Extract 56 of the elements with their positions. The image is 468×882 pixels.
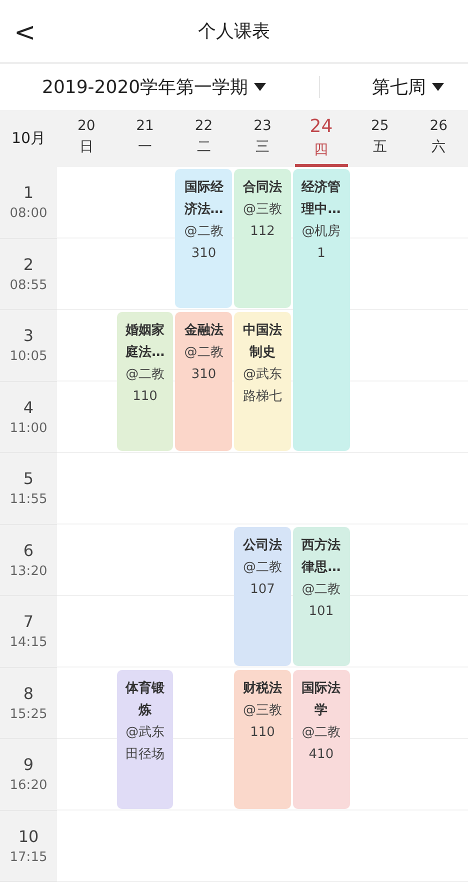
day-tab[interactable]: 26 六	[412, 110, 465, 167]
period-label: 8 15:25	[0, 668, 57, 739]
month-label: 10月	[11, 129, 46, 148]
course-card[interactable]: 合同法 @三教112	[234, 169, 291, 308]
course-title: 财税法	[242, 680, 283, 698]
course-card[interactable]: 公司法 @二教107	[234, 526, 291, 666]
course-card[interactable]: 金融法 @二教310	[175, 312, 232, 451]
course-location: @武东田径场	[124, 724, 166, 764]
day-tab[interactable]: 25 五	[354, 110, 406, 167]
period-label: 5 11:55	[0, 453, 57, 524]
caret-icon	[254, 82, 266, 91]
period-label: 7 14:15	[0, 596, 57, 668]
course-title: 公司法	[242, 536, 283, 554]
course-title: 国际经济法…	[183, 179, 224, 219]
period-label: 9 16:20	[0, 739, 57, 810]
course-location: @二教310	[183, 344, 224, 384]
course-location: @三教110	[242, 702, 283, 742]
course-title: 中国法制史	[242, 322, 283, 362]
course-title: 婚姻家庭法…	[124, 322, 166, 362]
period-label: 10 17:15	[0, 810, 57, 882]
course-title: 经济管理中…	[300, 178, 342, 219]
course-title: 金融法	[183, 322, 224, 340]
day-tab[interactable]: 22 二	[177, 110, 230, 167]
course-title: 国际法学	[300, 680, 342, 720]
course-location: @二教107	[242, 558, 283, 598]
course-card[interactable]: 体育锻炼 @武东田径场	[116, 670, 174, 808]
course-title: 合同法	[242, 179, 283, 197]
course-title: 体育锻炼	[124, 680, 166, 720]
period-label: 6 13:20	[0, 524, 57, 596]
course-card[interactable]: 婚姻家庭法… @二教110	[116, 312, 174, 451]
back-button[interactable]: <	[8, 18, 42, 48]
course-card[interactable]: 国际经济法… @二教310	[175, 169, 232, 308]
course-location: @二教410	[300, 724, 342, 764]
week-dropdown[interactable]: 第七周	[364, 70, 452, 103]
day-tab[interactable]: 20 日	[60, 110, 113, 167]
course-location: @机房1	[300, 223, 342, 263]
course-card[interactable]: 财税法 @三教110	[234, 670, 291, 808]
period-label: 1 08:00	[0, 167, 57, 238]
course-location: @二教110	[124, 366, 166, 406]
course-location: @二教310	[183, 223, 224, 263]
course-card[interactable]: 国际法学 @二教410	[292, 670, 350, 808]
course-card[interactable]: 西方法律思… @二教101	[292, 526, 350, 666]
course-location: @三教112	[242, 201, 283, 241]
day-tab[interactable]: 21 一	[118, 110, 172, 167]
course-card[interactable]: 经济管理中… @机房1	[292, 169, 350, 451]
course-title: 西方法律思…	[300, 536, 342, 576]
caret-icon	[432, 82, 444, 91]
day-tab[interactable]: 23 三	[236, 110, 289, 167]
course-location: @二教101	[300, 580, 342, 620]
period-label: 2 08:55	[0, 238, 57, 310]
period-label: 3 10:05	[0, 310, 57, 382]
course-card[interactable]: 中国法制史 @武东路梯七	[234, 312, 291, 451]
course-location: @武东路梯七	[242, 366, 283, 406]
period-label: 4 11:00	[0, 382, 57, 453]
page-title: 个人课表	[198, 20, 270, 43]
term-dropdown[interactable]: 2019-2020学年第一学期	[34, 70, 274, 103]
